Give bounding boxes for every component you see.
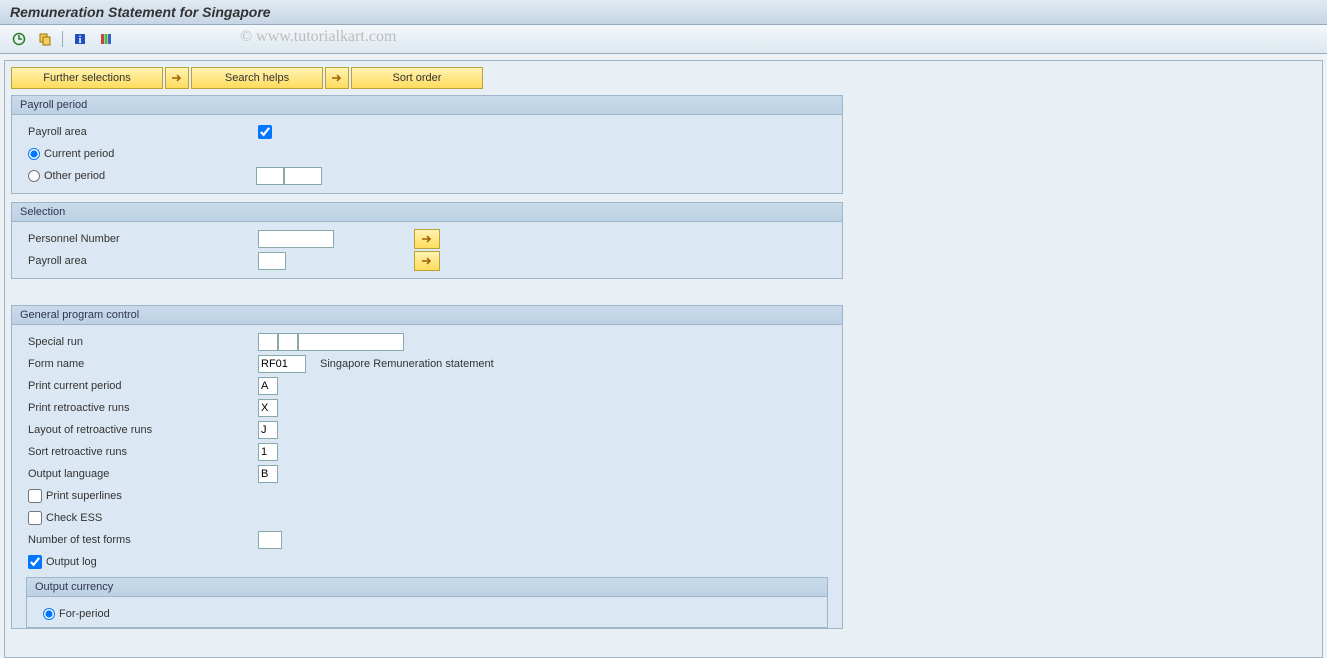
app-toolbar: i © www.tutorialkart.com xyxy=(0,25,1327,54)
other-period-label: Other period xyxy=(44,170,256,182)
page-title: Remuneration Statement for Singapore xyxy=(10,4,271,20)
payroll-period-title: Payroll period xyxy=(12,96,842,115)
output-currency-group: Output currency For-period xyxy=(26,577,828,628)
form-name-label: Form name xyxy=(22,358,258,370)
print-current-period-label: Print current period xyxy=(22,380,258,392)
check-ess-label: Check ESS xyxy=(46,512,102,524)
toolbar-separator xyxy=(62,31,63,47)
form-name-field[interactable] xyxy=(258,355,306,373)
for-period-label: For-period xyxy=(59,608,110,620)
payroll-area-checkbox[interactable] xyxy=(258,125,272,139)
output-language-label: Output language xyxy=(22,468,258,480)
print-superlines-checkbox[interactable] xyxy=(28,489,42,503)
svg-text:i: i xyxy=(79,35,82,46)
other-period-field-1[interactable] xyxy=(256,167,284,185)
payroll-area-label: Payroll area xyxy=(22,126,258,138)
layout-retroactive-runs-field[interactable] xyxy=(258,421,278,439)
special-run-field-2[interactable] xyxy=(278,333,298,351)
general-program-control-group: General program control Special run Form… xyxy=(11,305,843,629)
execute-icon[interactable] xyxy=(8,29,30,49)
info-icon[interactable]: i xyxy=(69,29,91,49)
personnel-number-field[interactable] xyxy=(258,230,334,248)
for-period-radio[interactable] xyxy=(43,608,55,620)
watermark-text: © www.tutorialkart.com xyxy=(240,28,396,46)
personnel-number-label: Personnel Number xyxy=(22,233,258,245)
print-retroactive-runs-label: Print retroactive runs xyxy=(22,402,258,414)
color-legend-icon[interactable] xyxy=(95,29,117,49)
output-log-label: Output log xyxy=(46,556,97,568)
other-period-radio[interactable] xyxy=(28,170,40,182)
selection-title: Selection xyxy=(12,203,842,222)
layout-retroactive-runs-label: Layout of retroactive runs xyxy=(22,424,258,436)
output-language-field[interactable] xyxy=(258,465,278,483)
special-run-field-1[interactable] xyxy=(258,333,278,351)
selection-payroll-area-multiple-button[interactable] xyxy=(414,251,440,271)
sort-order-button[interactable]: Sort order xyxy=(351,67,483,89)
search-helps-button[interactable]: Search helps xyxy=(191,67,323,89)
sort-order-arrow-icon[interactable] xyxy=(325,67,349,89)
special-run-label: Special run xyxy=(22,336,258,348)
sort-retroactive-runs-field[interactable] xyxy=(258,443,278,461)
current-period-label: Current period xyxy=(44,148,114,160)
selection-screen: Further selections Search helps Sort ord… xyxy=(4,60,1323,658)
selection-payroll-area-label: Payroll area xyxy=(22,255,258,267)
selection-payroll-area-field[interactable] xyxy=(258,252,286,270)
general-program-control-title: General program control xyxy=(12,306,842,325)
output-currency-title: Output currency xyxy=(27,578,827,597)
variant-icon[interactable] xyxy=(34,29,56,49)
personnel-number-multiple-button[interactable] xyxy=(414,229,440,249)
further-selections-button[interactable]: Further selections xyxy=(11,67,163,89)
print-retroactive-runs-field[interactable] xyxy=(258,399,278,417)
sort-retroactive-runs-label: Sort retroactive runs xyxy=(22,446,258,458)
selection-group: Selection Personnel Number Payroll area xyxy=(11,202,843,279)
number-of-test-forms-field[interactable] xyxy=(258,531,282,549)
print-superlines-label: Print superlines xyxy=(46,490,122,502)
form-name-description: Singapore Remuneration statement xyxy=(320,358,494,370)
window-titlebar: Remuneration Statement for Singapore xyxy=(0,0,1327,25)
current-period-radio[interactable] xyxy=(28,148,40,160)
payroll-period-group: Payroll period Payroll area Current peri… xyxy=(11,95,843,194)
number-of-test-forms-label: Number of test forms xyxy=(22,534,258,546)
search-helps-arrow-icon[interactable] xyxy=(165,67,189,89)
selection-toolbar: Further selections Search helps Sort ord… xyxy=(11,67,1316,89)
output-log-checkbox[interactable] xyxy=(28,555,42,569)
special-run-field-3[interactable] xyxy=(298,333,404,351)
other-period-field-2[interactable] xyxy=(284,167,322,185)
check-ess-checkbox[interactable] xyxy=(28,511,42,525)
print-current-period-field[interactable] xyxy=(258,377,278,395)
